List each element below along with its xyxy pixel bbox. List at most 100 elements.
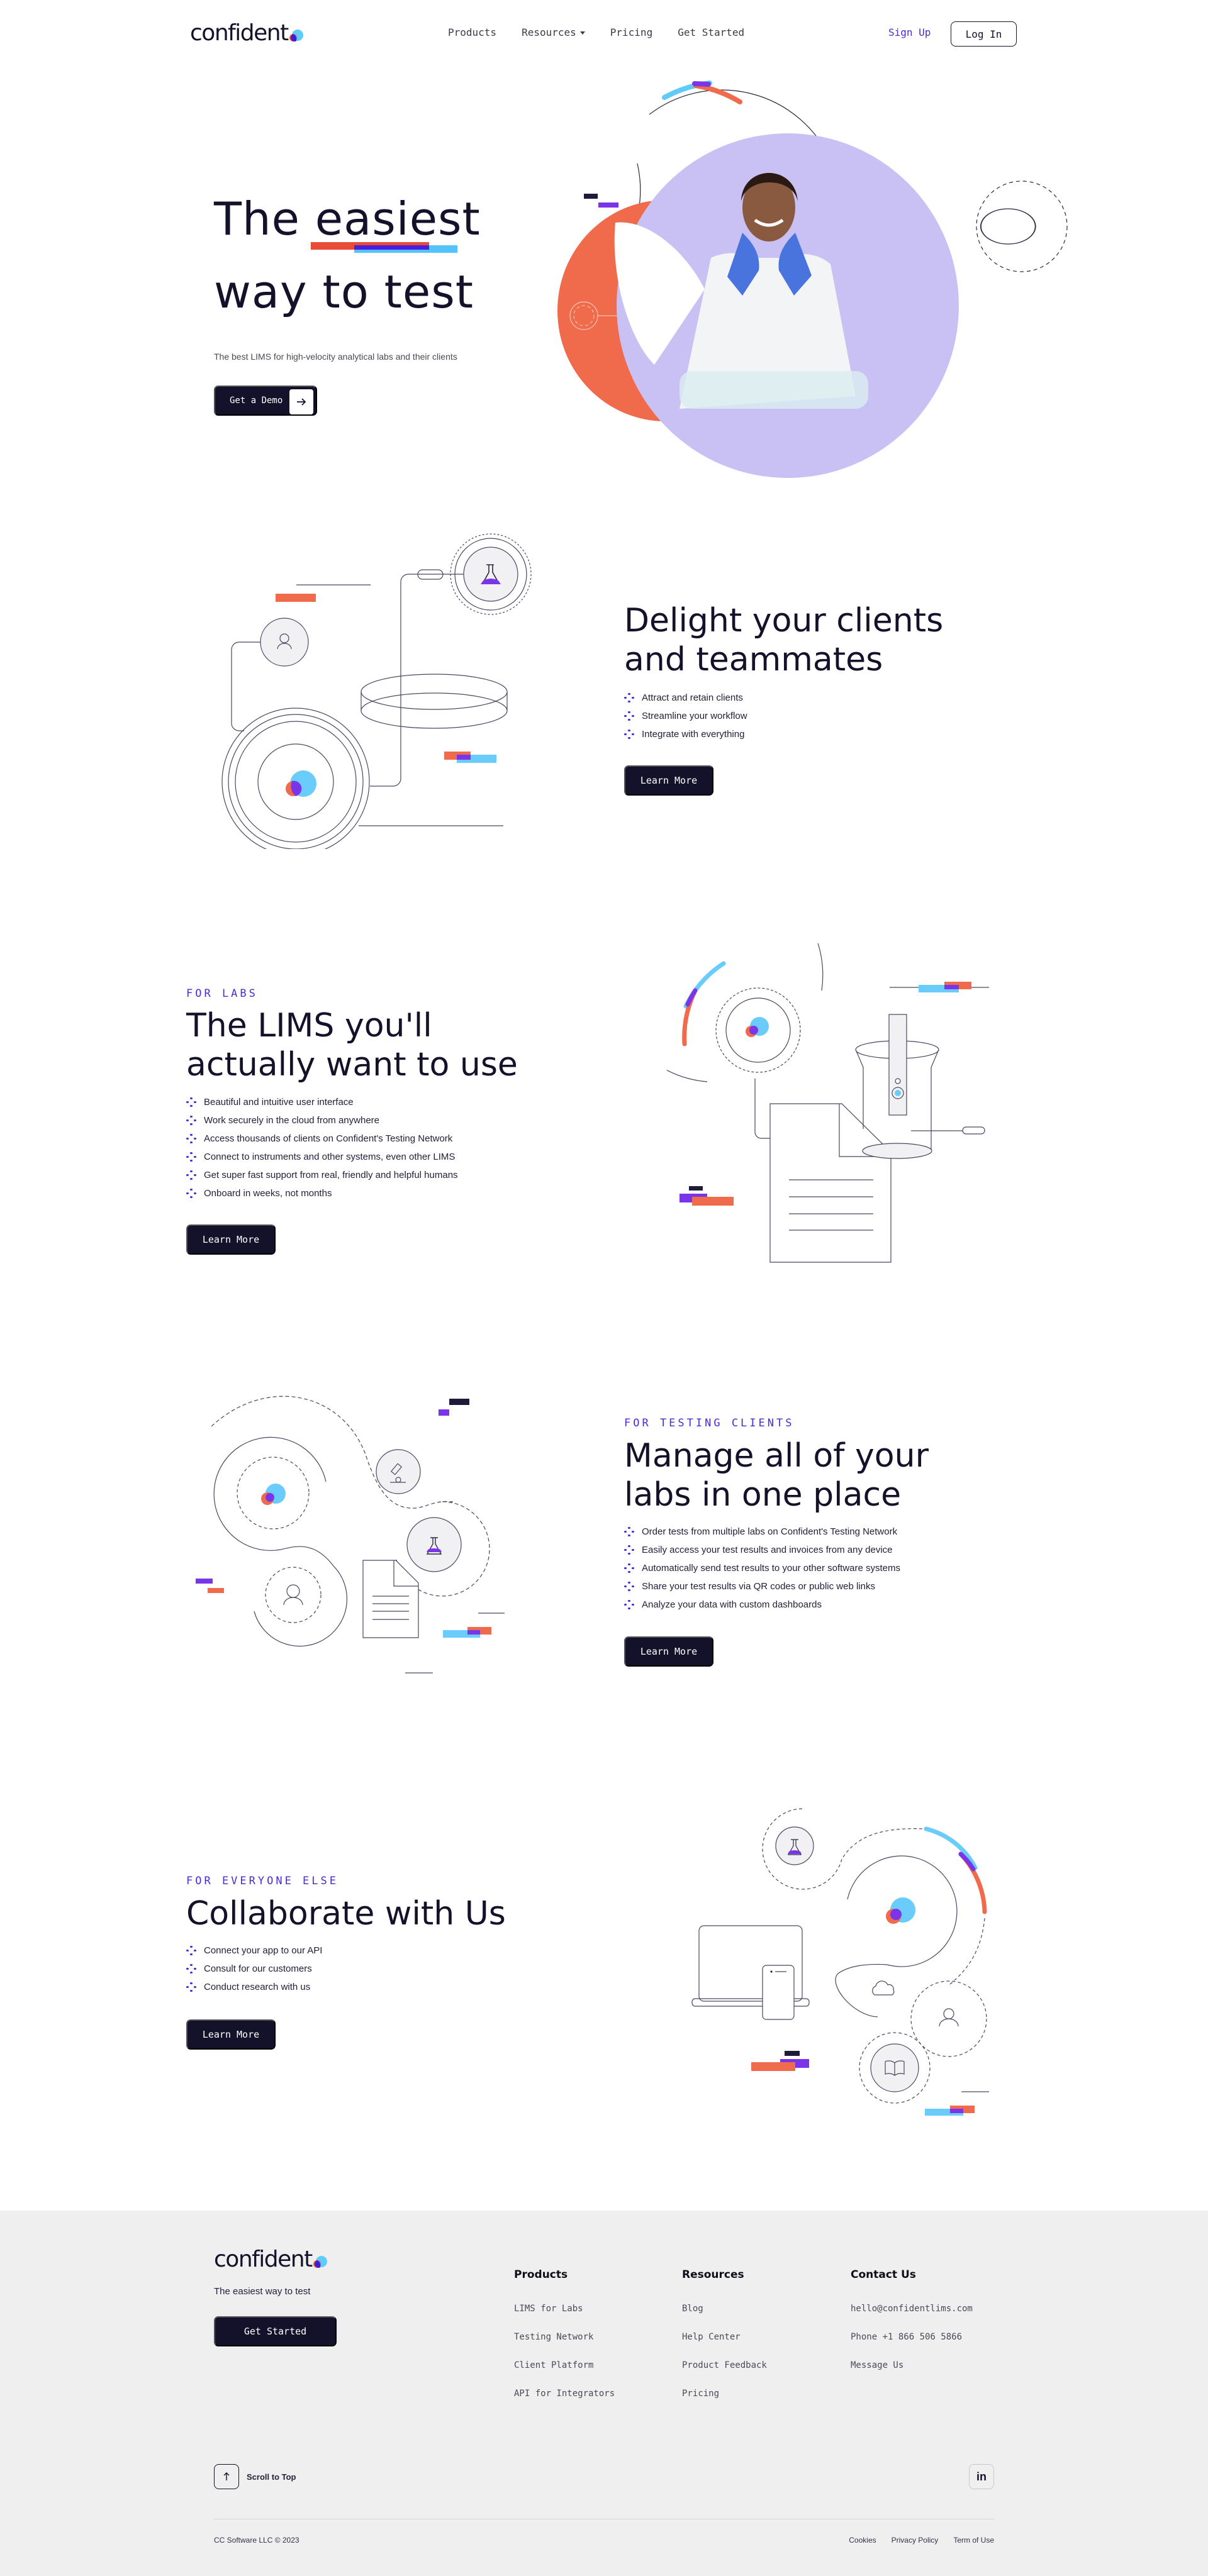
venn-dot-purple [749,1026,758,1035]
bullet-text: Streamline your workflow [642,711,747,721]
orange-bar [276,594,316,602]
cookies-link[interactable]: Cookies [849,2536,876,2545]
footer-phone-link[interactable]: Phone +1 866 506 5866 [851,2332,973,2360]
hero-title: The easiest way to test [214,182,481,328]
chevron-down-icon [579,31,585,35]
sparkle-icon [186,1188,196,1199]
hero-title-line-2: way to test [214,265,474,318]
footer-link[interactable]: Testing Network [514,2332,615,2360]
collaborate-illustration [691,1808,989,2116]
footer-link[interactable]: Product Feedback [682,2360,767,2389]
get-a-demo-button[interactable]: Get a Demo [214,386,317,416]
for-testing-clients-title-line-2: labs in one place [624,1476,902,1514]
accent-orange [751,2062,795,2071]
bullet-item: Work securely in the cloud from anywhere [186,1111,458,1130]
accent-orange [208,1588,224,1593]
bullet-item: Onboard in weeks, not months [186,1184,458,1202]
bullet-text: Integrate with everything [642,729,745,740]
bullet-item: Connect to instruments and other systems… [186,1148,458,1166]
bullet-text: Consult for our customers [204,1963,312,1974]
logo[interactable]: confident [190,20,304,46]
sign-up-link[interactable]: Sign Up [888,26,931,38]
log-in-button[interactable]: Log In [951,21,1017,47]
bullet-item: Integrate with everything [624,725,747,743]
terms-of-use-link[interactable]: Term of Use [953,2536,994,2545]
footer-link[interactable]: Pricing [682,2389,767,2417]
accent-purple-3 [467,1630,480,1635]
bullet-text: Attract and retain clients [642,692,743,703]
footer-logo[interactable]: confident [214,2246,328,2272]
footer-link[interactable]: LIMS for Labs [514,2304,615,2332]
delight-title-line-1: Delight your clients [624,602,944,640]
scroll-to-top-button[interactable]: Scroll to Top [214,2464,296,2489]
bullet-item: Beautiful and intuitive user interface [186,1093,458,1111]
nav-resources[interactable]: Resources [522,26,585,38]
footer: confident The easiest way to test Get St… [0,2211,1208,2576]
for-testing-clients-title: Manage all of your labs in one place [624,1436,929,1514]
testing-clients-illustration [196,1396,505,1674]
sparkle-icon [624,1563,634,1574]
delight-learn-more-button[interactable]: Learn More [624,765,713,796]
delight-title: Delight your clients and teammates [624,601,943,679]
bullet-item: Connect your app to our API [186,1941,322,1960]
phone-camera-dot [770,1970,773,1973]
accent-purple [457,755,471,760]
accent-purple [944,985,959,989]
footer-message-link[interactable]: Message Us [851,2360,973,2389]
hero-illustration [557,80,1068,478]
user-icon [283,1584,303,1606]
sparkle-icon [186,1945,196,1956]
footer-col-heading: Resources [682,2268,744,2281]
for-everyone-else-learn-more-button[interactable]: Learn More [186,2019,276,2050]
dash-dark [584,194,598,199]
legal-links: Cookies Privacy Policy Term of Use [849,2536,994,2545]
accent-dark [689,1186,703,1191]
bullet-text: Analyze your data with custom dashboards [642,1599,822,1610]
scroll-to-top-label: Scroll to Top [247,2472,296,2482]
ring-right [980,208,1036,245]
privacy-policy-link[interactable]: Privacy Policy [892,2536,939,2545]
footer-col-heading: Products [514,2268,568,2281]
nav-get-started[interactable]: Get Started [678,26,744,38]
sparkle-icon [624,1526,634,1537]
bullet-item: Share your test results via QR codes or … [624,1577,900,1596]
footer-link[interactable]: Blog [682,2304,767,2332]
for-everyone-else-title: Collaborate with Us [186,1894,506,1933]
for-labs-title-line-1: The LIMS you'll [186,1007,432,1045]
bullet-text: Connect to instruments and other systems… [204,1152,456,1162]
for-testing-clients-learn-more-button[interactable]: Learn More [624,1636,713,1667]
nav-pricing[interactable]: Pricing [610,26,652,38]
for-labs-title: The LIMS you'll actually want to use [186,1006,518,1084]
bullet-text: Beautiful and intuitive user interface [204,1097,354,1108]
venn-dot-purple [890,1909,902,1920]
for-labs-learn-more-button[interactable]: Learn More [186,1224,276,1255]
for-everyone-else-eyebrow: FOR EVERYONE ELSE [186,1875,338,1887]
bullet-item: Streamline your workflow [624,707,747,725]
sparkle-icon [186,1963,196,1974]
dashed-ring-right [976,180,1068,272]
copyright: CC Software LLC © 2023 [214,2536,299,2545]
footer-tagline: The easiest way to test [214,2286,311,2297]
footer-get-started-button[interactable]: Get Started [214,2316,337,2346]
sparkle-icon [186,1170,196,1180]
hero-subtitle: The best LIMS for high-velocity analytic… [214,352,457,362]
footer-col-products: Products LIMS for Labs Testing Network C… [514,2268,615,2417]
footer-col-resources: Resources Blog Help Center Product Feedb… [682,2268,767,2417]
footer-link[interactable]: API for Integrators [514,2389,615,2417]
delight-title-line-2: and teammates [624,641,883,679]
footer-link[interactable]: Help Center [682,2332,767,2360]
footer-link[interactable]: Client Platform [514,2360,615,2389]
sparkle-icon [624,729,634,740]
accent-purple [439,1409,449,1416]
accent-stripe-purple [354,245,429,250]
footer-email-link[interactable]: hello@confidentlims.com [851,2304,973,2332]
bullet-text: Work securely in the cloud from anywhere [204,1115,380,1126]
nav-products[interactable]: Products [448,26,496,38]
linkedin-icon[interactable]: in [969,2464,994,2489]
arrow-right-icon [289,389,313,414]
main-nav: Products Resources Pricing Get Started [448,26,744,38]
accent-purple-2 [196,1579,213,1584]
venn-dot-purple [266,1493,274,1502]
for-labs-title-line-2: actually want to use [186,1046,518,1084]
bullet-text: Order tests from multiple labs on Confid… [642,1526,898,1537]
